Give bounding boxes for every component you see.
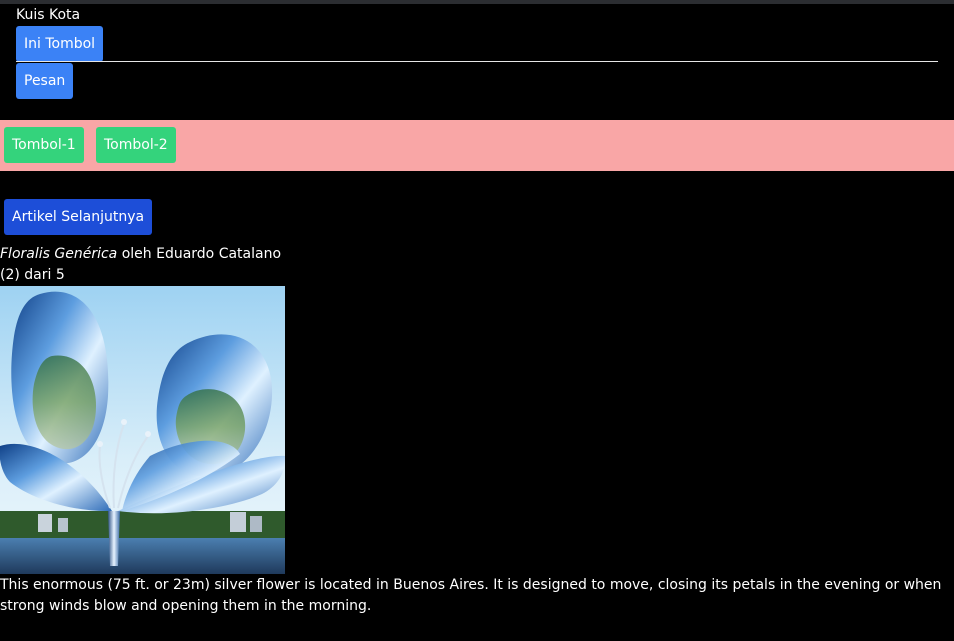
ini-tombol-button[interactable]: Ini Tombol bbox=[16, 26, 104, 62]
slide-counter: (2) dari 5 bbox=[0, 267, 65, 283]
tombol-2-button[interactable]: Tombol-2 bbox=[96, 127, 176, 163]
page: Kuis Kota Ini Tombol Pesan Tombol-1 Tomb… bbox=[0, 0, 954, 641]
top-strip bbox=[0, 0, 954, 4]
artwork-title: Floralis Genérica bbox=[0, 246, 118, 262]
artwork-byline: oleh Eduardo Catalano bbox=[117, 246, 282, 262]
quiz-section: Kuis Kota Ini Tombol Pesan bbox=[16, 6, 938, 99]
pesan-button[interactable]: Pesan bbox=[16, 63, 74, 99]
next-article-button[interactable]: Artikel Selanjutnya bbox=[4, 199, 153, 235]
artwork-description: This enormous (75 ft. or 23m) silver flo… bbox=[0, 577, 942, 614]
artwork-caption: Floralis Genérica oleh Eduardo Catalano bbox=[0, 244, 281, 264]
button-toolbar: Tombol-1 Tombol-2 bbox=[0, 120, 954, 171]
floralis-generica-image bbox=[0, 286, 285, 574]
tombol-1-button[interactable]: Tombol-1 bbox=[4, 127, 84, 163]
horizontal-divider bbox=[16, 61, 938, 62]
quiz-title: Kuis Kota bbox=[16, 7, 81, 23]
